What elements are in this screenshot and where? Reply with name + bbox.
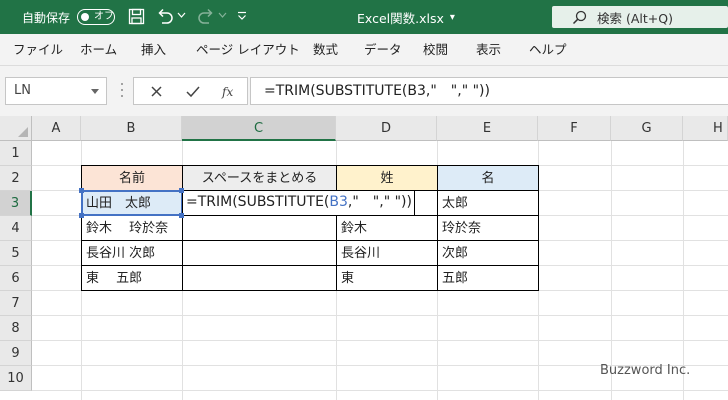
filename-text: Excel関数.xlsx <box>357 10 444 26</box>
row-header-9[interactable]: 9 <box>0 341 32 366</box>
row-header-8[interactable]: 8 <box>0 316 32 341</box>
table-border <box>437 165 438 291</box>
cell-d2-header[interactable]: 姓 <box>337 166 437 191</box>
cancel-x-icon[interactable] <box>149 84 164 99</box>
cell-b2-header[interactable]: 名前 <box>82 166 182 191</box>
column-header-a[interactable]: A <box>32 116 81 141</box>
row-header-7[interactable]: 7 <box>0 291 32 316</box>
reference-handle[interactable] <box>179 188 184 193</box>
row-header-3[interactable]: 3 <box>0 191 32 216</box>
chevron-down-icon: ▾ <box>449 11 455 23</box>
editor-formula-suffix: ," "," ")) <box>347 194 412 210</box>
title-bar: 自動保存 オフ Excel関数.xlsx ▾ 検索 (Alt+Q) <box>0 0 728 34</box>
name-box[interactable]: LN <box>5 77 107 105</box>
check-icon[interactable] <box>185 84 201 99</box>
table-border <box>81 265 539 266</box>
column-header-f[interactable]: F <box>538 116 611 141</box>
name-box-dropdown-icon[interactable] <box>91 89 99 94</box>
formula-input[interactable]: =TRIM(SUBSTITUTE(B3," "," ")) <box>250 77 728 105</box>
column-header-b[interactable]: B <box>81 116 182 141</box>
table-border <box>81 165 82 291</box>
undo-icon[interactable] <box>156 8 174 25</box>
reference-handle[interactable] <box>79 188 84 193</box>
worksheet-grid: A B C D E F G H 1 2 3 4 5 6 7 8 9 10 名前 … <box>0 116 728 400</box>
editor-formula-ref: B3 <box>329 194 348 210</box>
cell-e6[interactable]: 五郎 <box>438 266 538 291</box>
cell-b4[interactable]: 鈴木 玲於奈 <box>82 216 182 241</box>
autosave-label: 自動保存 <box>22 10 71 25</box>
watermark: Buzzword Inc. <box>600 363 691 378</box>
table-border <box>81 290 539 291</box>
row-header-6[interactable]: 6 <box>0 266 32 291</box>
reference-highlight-b3 <box>81 190 183 216</box>
row-header-2[interactable]: 2 <box>0 166 32 191</box>
gridline <box>32 390 728 391</box>
cell-e5[interactable]: 次郎 <box>438 241 538 266</box>
search-placeholder: 検索 (Alt+Q) <box>597 10 673 26</box>
gridline <box>32 315 728 316</box>
search-icon <box>572 10 587 24</box>
column-header-c[interactable]: C <box>182 116 336 141</box>
search-box[interactable]: 検索 (Alt+Q) <box>552 6 728 28</box>
table-border <box>538 165 539 291</box>
gridline <box>611 141 612 400</box>
fx-icon[interactable]: fx <box>221 84 237 99</box>
cell-e4[interactable]: 玲於奈 <box>438 216 538 241</box>
tab-insert[interactable]: 挿入 <box>141 34 166 66</box>
reference-handle[interactable] <box>79 213 84 218</box>
cell-c3-editor[interactable]: =TRIM(SUBSTITUTE(B3," "," ")) <box>182 190 415 216</box>
tab-page-layout[interactable]: ページ レイアウト <box>196 34 300 66</box>
tab-formulas[interactable]: 数式 <box>313 34 338 66</box>
table-border <box>81 240 539 241</box>
workbook-filename[interactable]: Excel関数.xlsx ▾ <box>357 0 455 34</box>
autosave-state: オフ <box>94 11 114 22</box>
redo-dropdown-icon[interactable] <box>218 12 227 19</box>
row-header-5[interactable]: 5 <box>0 241 32 266</box>
name-box-value: LN <box>14 83 31 98</box>
cell-d4[interactable]: 鈴木 <box>337 216 437 241</box>
formula-bar-splitter[interactable] <box>121 83 124 99</box>
cell-b6[interactable]: 東 五郎 <box>82 266 182 291</box>
select-all-button[interactable] <box>0 116 32 141</box>
svg-text:fx: fx <box>221 85 233 99</box>
ribbon-tabs: ファイル ホーム 挿入 ページ レイアウト 数式 データ 校閲 表示 ヘルプ <box>0 34 728 66</box>
column-header-g[interactable]: G <box>611 116 683 141</box>
tab-data[interactable]: データ <box>364 34 402 66</box>
autosave-toggle[interactable]: オフ <box>77 9 115 25</box>
gridline <box>683 141 684 400</box>
gridline <box>32 340 728 341</box>
cell-d6[interactable]: 東 <box>337 266 437 291</box>
tab-home[interactable]: ホーム <box>80 34 117 66</box>
tab-file[interactable]: ファイル <box>13 34 63 66</box>
reference-handle[interactable] <box>179 213 184 218</box>
cell-e2-header[interactable]: 名 <box>438 166 538 191</box>
column-header-d[interactable]: D <box>336 116 437 141</box>
row-header-4[interactable]: 4 <box>0 216 32 241</box>
cell-b5[interactable]: 長谷川 次郎 <box>82 241 182 266</box>
formula-buttons: fx <box>133 77 248 105</box>
editor-formula-prefix: =TRIM(SUBSTITUTE( <box>186 194 330 210</box>
tab-view[interactable]: 表示 <box>476 34 501 66</box>
tab-review[interactable]: 校閲 <box>423 34 448 66</box>
cell-c2-header[interactable]: スペースをまとめる <box>183 166 336 191</box>
toggle-knob <box>81 12 89 21</box>
customize-toolbar-icon[interactable] <box>237 11 247 21</box>
row-header-10[interactable]: 10 <box>0 366 32 391</box>
cell-e3[interactable]: 太郎 <box>438 191 538 216</box>
row-header-1[interactable]: 1 <box>0 141 32 166</box>
cell-d5[interactable]: 長谷川 <box>337 241 437 266</box>
undo-dropdown-icon[interactable] <box>177 12 186 19</box>
column-header-e[interactable]: E <box>437 116 538 141</box>
tab-help[interactable]: ヘルプ <box>529 34 567 66</box>
redo-icon[interactable] <box>197 8 215 25</box>
save-icon[interactable] <box>128 8 145 25</box>
table-border <box>336 165 337 291</box>
table-border <box>182 165 183 291</box>
column-header-h[interactable]: H <box>683 116 728 141</box>
table-border <box>81 165 539 166</box>
